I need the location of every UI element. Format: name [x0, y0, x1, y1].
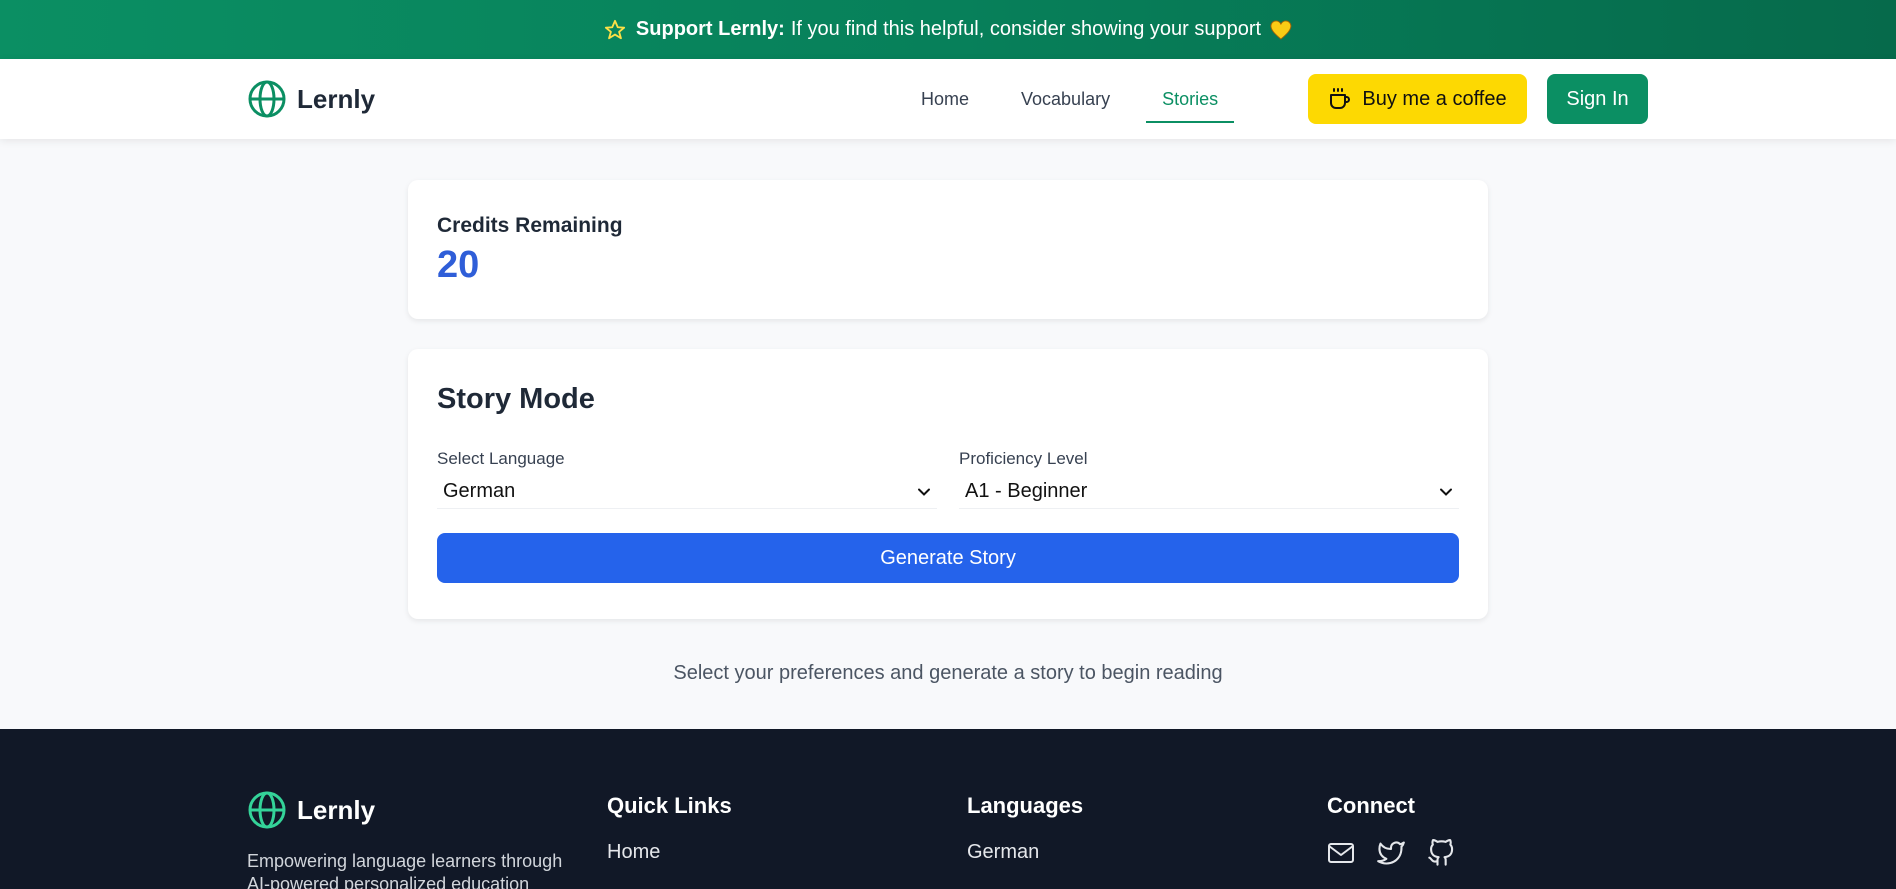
github-icon[interactable] [1427, 839, 1455, 867]
footer-languages: Languages German [967, 793, 1083, 864]
credits-card: Credits Remaining 20 [408, 180, 1488, 319]
heart-icon [1270, 19, 1292, 40]
sign-in-button[interactable]: Sign In [1547, 74, 1648, 124]
language-select[interactable]: German [437, 475, 937, 509]
globe-icon [248, 791, 286, 829]
story-options: Select Language German Proficiency Level… [437, 449, 1459, 509]
footer: Lernly Empowering language learners thro… [0, 729, 1896, 889]
top-nav: Lernly Home Vocabulary Stories Buy me a … [0, 59, 1896, 139]
nav-link-stories[interactable]: Stories [1146, 59, 1235, 139]
banner-text: If you find this helpful, consider showi… [790, 18, 1262, 40]
banner-title: Support Lernly: [635, 18, 785, 40]
brand-logo[interactable]: Lernly [247, 79, 375, 119]
nav-link-vocabulary[interactable]: Vocabulary [1005, 59, 1126, 139]
twitter-icon[interactable] [1377, 839, 1405, 867]
level-field: Proficiency Level A1 - Beginner [959, 449, 1459, 509]
level-label: Proficiency Level [959, 449, 1088, 468]
empty-state-hint: Select your preferences and generate a s… [673, 662, 1223, 684]
level-select[interactable]: A1 - Beginner [959, 475, 1459, 509]
generate-story-button[interactable]: Generate Story [437, 533, 1459, 583]
credits-label: Credits Remaining [437, 214, 623, 237]
footer-brand-name: Lernly [297, 794, 376, 825]
connect-title: Connect [1327, 793, 1415, 818]
language-field: Select Language German [437, 449, 937, 509]
footer-brand: Lernly Empowering language learners thro… [247, 790, 567, 889]
nav-links: Home Vocabulary Stories [905, 59, 1235, 139]
coffee-cup-icon [1330, 88, 1351, 109]
footer-logo[interactable]: Lernly [247, 790, 567, 830]
mail-icon[interactable] [1327, 839, 1355, 867]
language-label: Select Language [437, 449, 565, 468]
story-mode-card: Story Mode Select Language German Profic… [408, 349, 1488, 619]
footer-connect: Connect [1327, 793, 1455, 867]
level-selected-value: A1 - Beginner [965, 480, 1088, 502]
nav-link-home[interactable]: Home [905, 59, 985, 139]
chevron-down-icon [918, 488, 930, 496]
footer-language-german[interactable]: German [967, 841, 1083, 864]
footer-quick-links: Quick Links Home [607, 793, 732, 864]
credits-value: 20 [437, 244, 480, 286]
buy-coffee-button[interactable]: Buy me a coffee [1308, 74, 1527, 124]
language-selected-value: German [443, 480, 516, 502]
footer-link-home[interactable]: Home [607, 841, 732, 864]
story-mode-title: Story Mode [437, 383, 595, 415]
buy-coffee-label: Buy me a coffee [1362, 87, 1507, 110]
social-icons [1327, 839, 1455, 867]
star-icon [604, 19, 626, 41]
chevron-down-icon [1440, 488, 1452, 496]
brand-name: Lernly [297, 83, 376, 114]
globe-icon [248, 80, 286, 118]
quick-links-title: Quick Links [607, 793, 732, 818]
footer-description: Empowering language learners through AI-… [247, 851, 563, 889]
support-banner: Support Lernly: If you find this helpful… [0, 0, 1896, 59]
languages-title: Languages [967, 793, 1084, 818]
